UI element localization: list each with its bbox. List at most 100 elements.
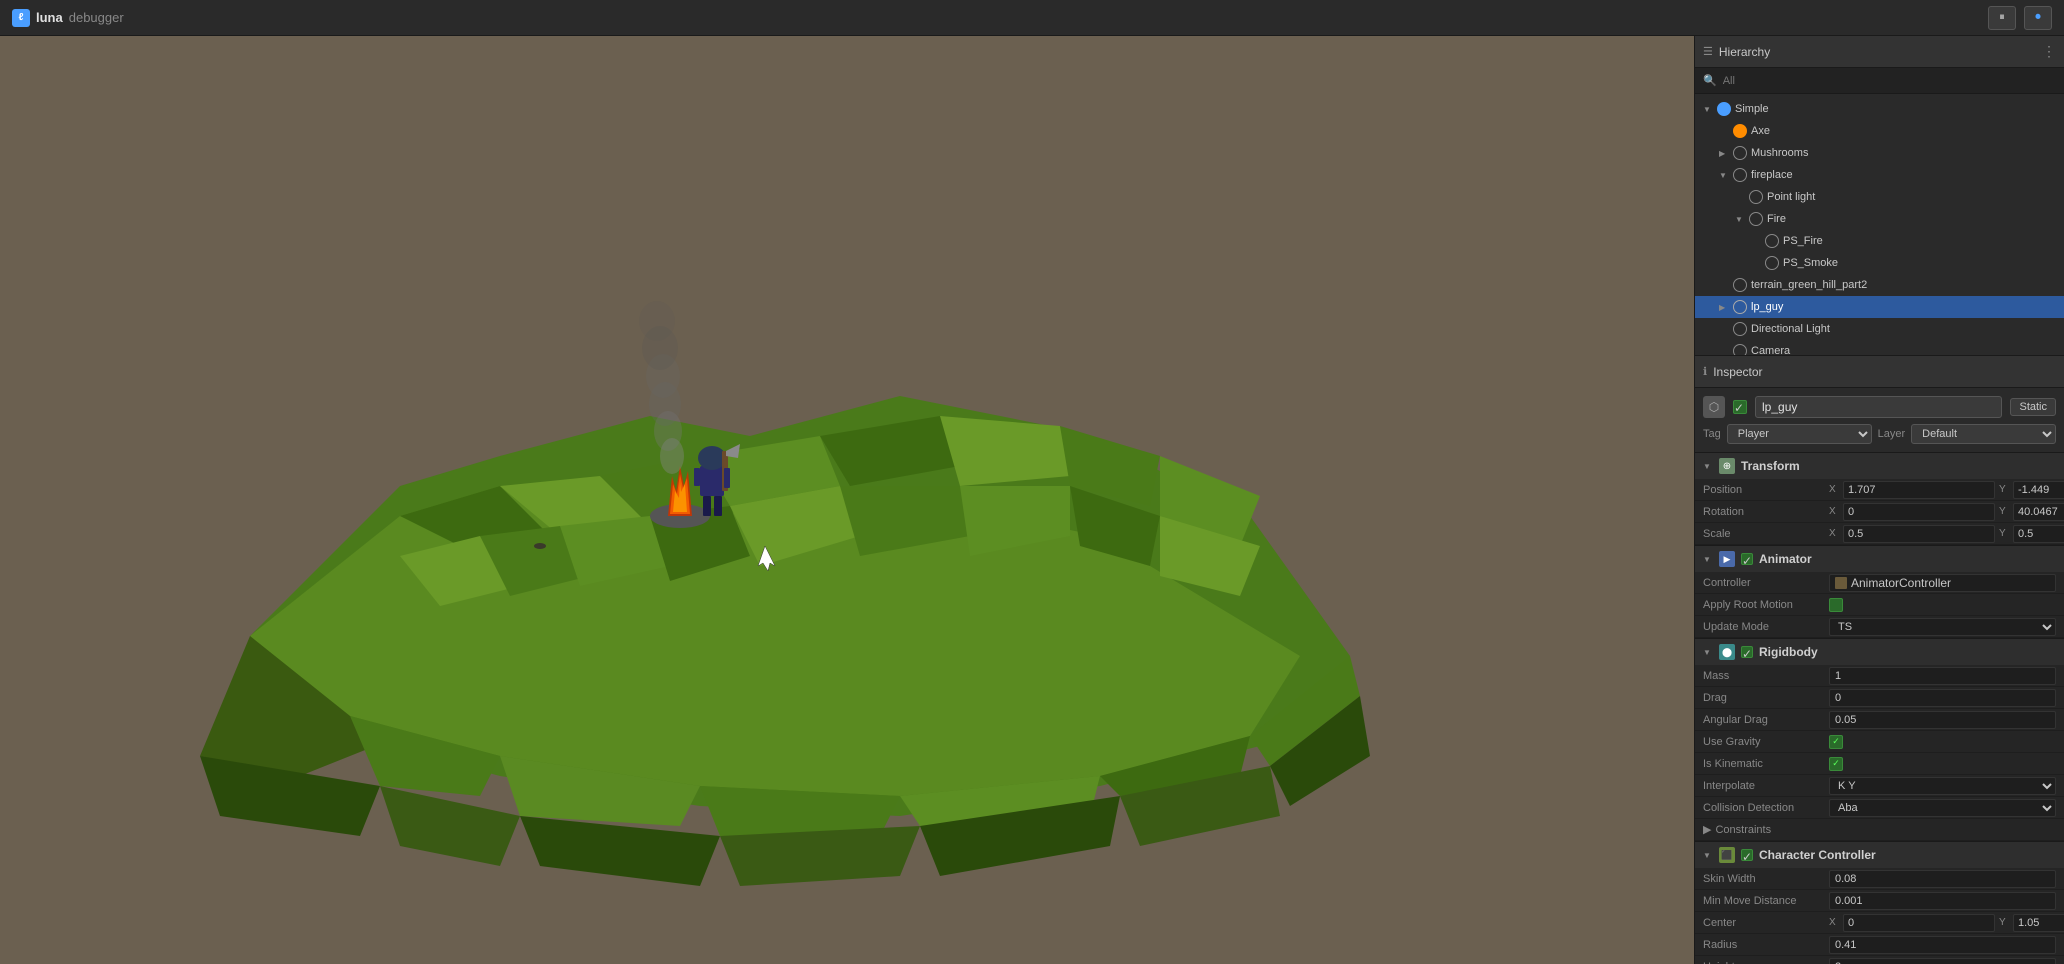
skin-width-label: Skin Width — [1703, 873, 1823, 885]
interpolate-select[interactable]: K Y — [1829, 777, 2056, 795]
animator-arrow: ▼ — [1703, 555, 1713, 564]
cc-center-row: Center X Y Z — [1695, 912, 2064, 934]
obj-icon: ⬡ — [1703, 396, 1725, 418]
tree-item-dirlight[interactable]: Directional Light — [1695, 318, 2064, 340]
is-kinematic-checkbox[interactable]: ✓ — [1829, 757, 1843, 771]
pos-x-group: X — [1829, 481, 1995, 499]
tree-item-pointlight[interactable]: Point light — [1695, 186, 2064, 208]
tree-icon-mushrooms — [1733, 146, 1747, 160]
rot-y-input[interactable] — [2013, 503, 2064, 521]
tree-arrow-fireplace: ▼ — [1719, 171, 1729, 180]
angular-drag-input[interactable] — [1829, 711, 2056, 729]
rigidbody-checkbox[interactable]: ✓ — [1741, 646, 1753, 658]
is-kinematic-row: Is Kinematic ✓ — [1695, 753, 2064, 775]
tree-icon-fireplace — [1733, 168, 1747, 182]
record-button[interactable]: ⏺ — [2024, 6, 2052, 30]
position-xyz: X Y Z — [1829, 481, 2064, 499]
tree-label-pssmoke: PS_Smoke — [1783, 257, 1838, 269]
tree-arrow-lpguy: ▶ — [1719, 303, 1729, 312]
cc-center-x-group: X — [1829, 914, 1995, 932]
use-gravity-row: Use Gravity ✓ — [1695, 731, 2064, 753]
tree-item-axe[interactable]: Axe — [1695, 120, 2064, 142]
collision-row: Collision Detection Aba — [1695, 797, 2064, 819]
inspector-scroll[interactable]: ▼ ⊕ Transform Position X — [1695, 453, 2064, 964]
rot-x-label: X — [1829, 506, 1841, 517]
animator-header[interactable]: ▼ ▶ ✓ Animator — [1695, 546, 2064, 572]
transform-arrow: ▼ — [1703, 462, 1713, 471]
tree-arrow-fire: ▼ — [1735, 215, 1745, 224]
tree-item-psfire[interactable]: PS_Fire — [1695, 230, 2064, 252]
inspector-obj-row: ⬡ ✓ Static — [1703, 396, 2056, 418]
cc-center-y-input[interactable] — [2013, 914, 2064, 932]
top-bar: ℓ luna debugger ⏸ ⏺ — [0, 0, 2064, 36]
character-controller-header[interactable]: ▼ ⬛ ✓ Character Controller — [1695, 842, 2064, 868]
controller-row: Controller AnimatorController — [1695, 572, 2064, 594]
cc-center-label: Center — [1703, 917, 1823, 929]
tree-item-fire[interactable]: ▼ Fire — [1695, 208, 2064, 230]
controller-label: Controller — [1703, 577, 1823, 589]
tree-item-fireplace[interactable]: ▼ fireplace — [1695, 164, 2064, 186]
tree-arrow-mushrooms: ▶ — [1719, 149, 1729, 158]
layer-select[interactable]: Default — [1911, 424, 2056, 444]
collision-select[interactable]: Aba — [1829, 799, 2056, 817]
tree-item-simple[interactable]: ▼ Simple — [1695, 98, 2064, 120]
collision-label: Collision Detection — [1703, 802, 1823, 814]
constraints-arrow: ▶ — [1703, 823, 1711, 836]
skin-width-input[interactable] — [1829, 870, 2056, 888]
rigidbody-header[interactable]: ▼ ⬤ ✓ Rigidbody — [1695, 639, 2064, 665]
tag-layer-row: Tag Player Layer Default — [1703, 424, 2056, 444]
tree-item-terrain[interactable]: terrain_green_hill_part2 — [1695, 274, 2064, 296]
scale-y-label: Y — [1999, 528, 2011, 539]
constraints-row[interactable]: ▶ Constraints — [1695, 819, 2064, 841]
apply-root-row: Apply Root Motion — [1695, 594, 2064, 616]
search-icon: 🔍 — [1703, 74, 1717, 87]
viewport[interactable] — [0, 36, 1694, 964]
rigidbody-icon: ⬤ — [1719, 644, 1735, 660]
transform-icon: ⊕ — [1719, 458, 1735, 474]
mass-input[interactable] — [1829, 667, 2056, 685]
transform-title: Transform — [1741, 459, 1800, 473]
tree-item-pssmoke[interactable]: PS_Smoke — [1695, 252, 2064, 274]
drag-row: Drag — [1695, 687, 2064, 709]
apply-root-checkbox[interactable] — [1829, 598, 1843, 612]
rot-x-input[interactable] — [1843, 503, 1995, 521]
transform-header[interactable]: ▼ ⊕ Transform — [1695, 453, 2064, 479]
constraints-label: Constraints — [1715, 824, 1771, 836]
scale-x-input[interactable] — [1843, 525, 1995, 543]
inspector-header: ℹ Inspector — [1695, 356, 2064, 388]
pos-x-input[interactable] — [1843, 481, 1995, 499]
scale-y-input[interactable] — [2013, 525, 2064, 543]
hierarchy-more-btn[interactable]: ⋮ — [2042, 43, 2056, 60]
obj-name-input[interactable] — [1755, 396, 2002, 418]
scale-y-group: Y — [1999, 525, 2064, 543]
cc-center-x-input[interactable] — [1843, 914, 1995, 932]
hierarchy-menu-icon: ☰ — [1703, 45, 1713, 58]
hierarchy-search-bar: 🔍 — [1695, 68, 2064, 94]
obj-active-checkbox[interactable]: ✓ — [1733, 400, 1747, 414]
tree-label-fireplace: fireplace — [1751, 169, 1793, 181]
height-input[interactable] — [1829, 958, 2056, 964]
rot-y-group: Y — [1999, 503, 2064, 521]
animator-checkbox[interactable]: ✓ — [1741, 553, 1753, 565]
tree-item-camera[interactable]: Camera — [1695, 340, 2064, 355]
animator-icon: ▶ — [1719, 551, 1735, 567]
update-mode-select[interactable]: TS — [1829, 618, 2056, 636]
rigidbody-component: ▼ ⬤ ✓ Rigidbody Mass Drag — [1695, 639, 2064, 842]
pos-y-input[interactable] — [2013, 481, 2064, 499]
use-gravity-checkbox[interactable]: ✓ — [1829, 735, 1843, 749]
cc-checkbox[interactable]: ✓ — [1741, 849, 1753, 861]
luna-logo: ℓ luna debugger — [12, 9, 124, 27]
drag-input[interactable] — [1829, 689, 2056, 707]
radius-input[interactable] — [1829, 936, 2056, 954]
interpolate-row: Interpolate K Y — [1695, 775, 2064, 797]
rigidbody-arrow: ▼ — [1703, 648, 1713, 657]
tree-icon-simple — [1717, 102, 1731, 116]
tree-item-lpguy[interactable]: ▶ lp_guy — [1695, 296, 2064, 318]
tree-item-mushrooms[interactable]: ▶ Mushrooms — [1695, 142, 2064, 164]
min-move-input[interactable] — [1829, 892, 2056, 910]
brand-subtitle: debugger — [69, 10, 124, 25]
tag-select[interactable]: Player — [1727, 424, 1872, 444]
pause-button[interactable]: ⏸ — [1988, 6, 2016, 30]
hierarchy-search-input[interactable] — [1723, 75, 2056, 87]
pos-y-label: Y — [1999, 484, 2011, 495]
